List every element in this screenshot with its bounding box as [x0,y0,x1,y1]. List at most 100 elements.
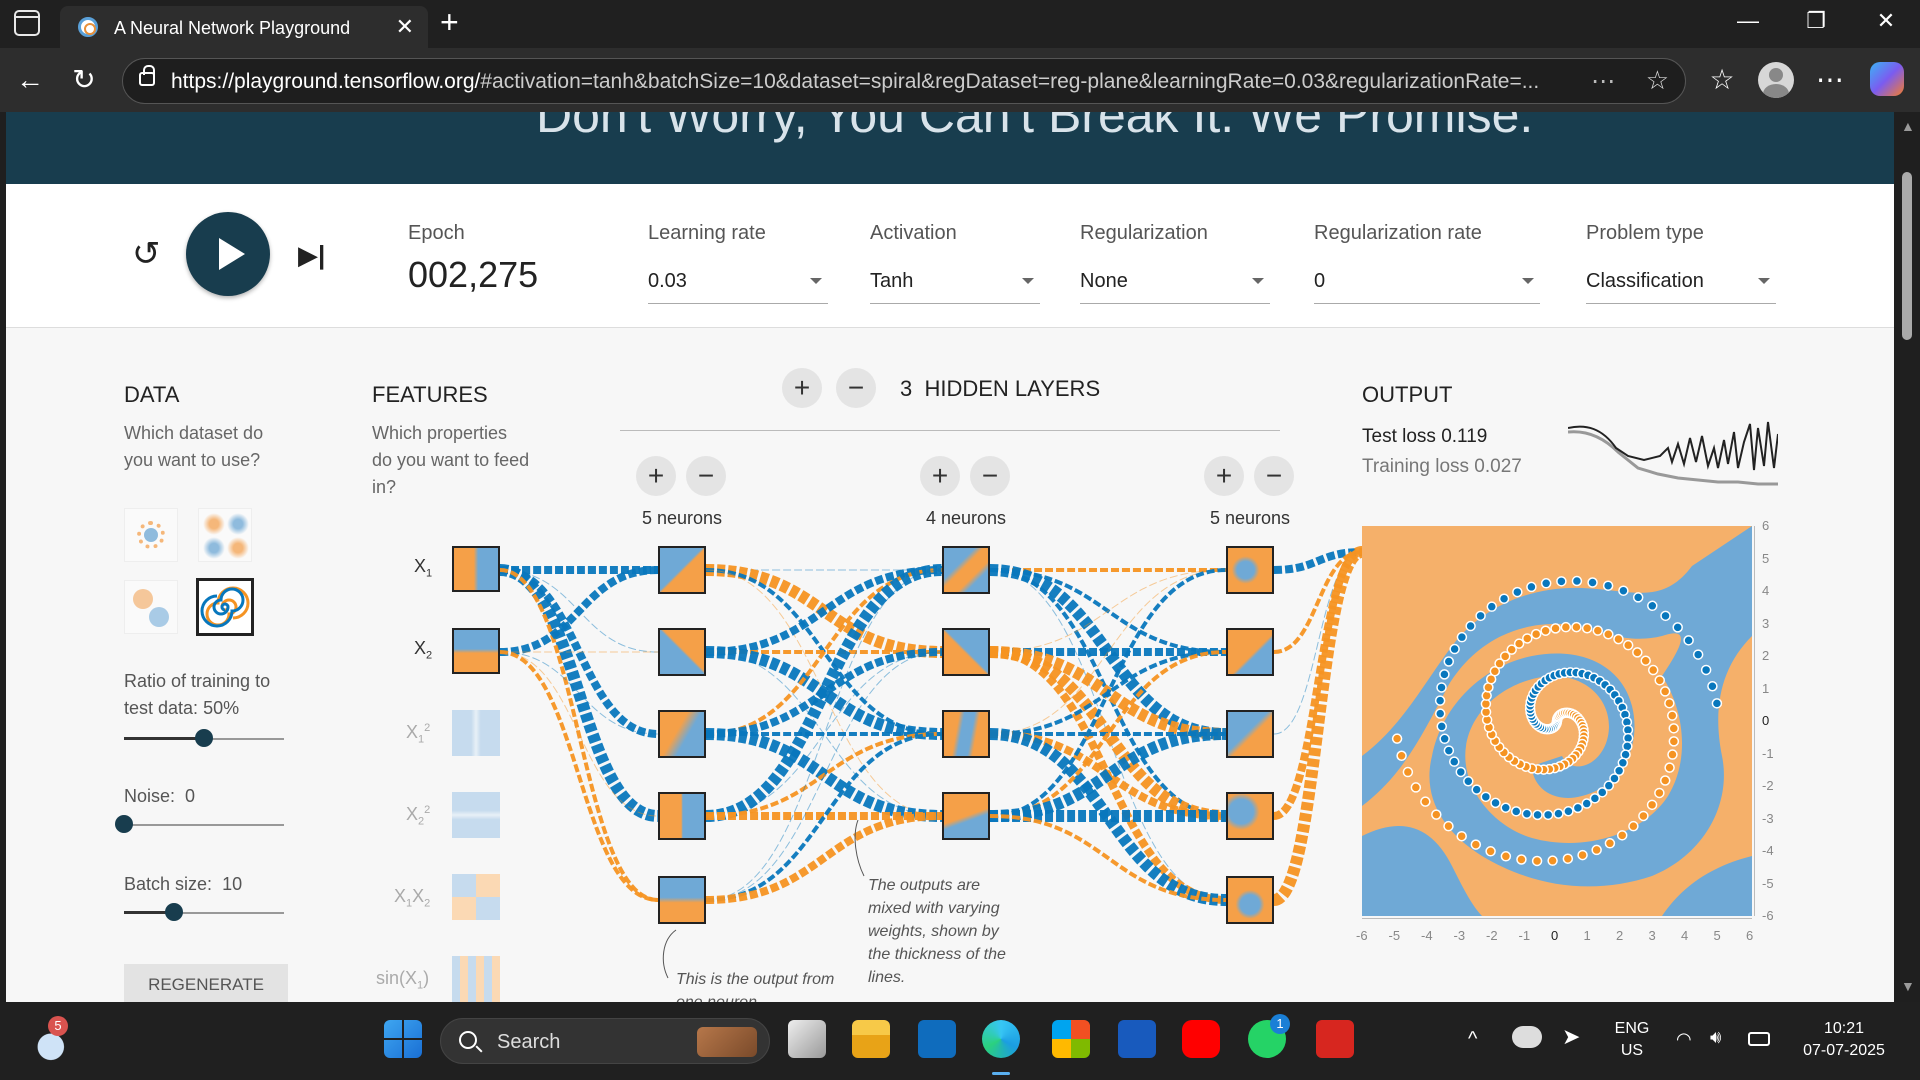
tab-actions-icon[interactable] [14,10,40,36]
data-point [1449,756,1460,767]
data-point [1668,723,1680,734]
profile-avatar[interactable] [1758,62,1794,98]
data-point [1420,796,1431,807]
note-weights: The outputs are mixed with varying weigh… [868,877,1006,986]
location-icon[interactable]: ➤ [1562,1026,1580,1048]
windows-start-icon[interactable] [384,1020,422,1058]
data-point [1553,808,1564,819]
data-point [1439,669,1450,680]
test-loss-curve [1568,421,1778,471]
data-point [1571,621,1582,633]
data-point [1530,628,1542,640]
data-point [1481,690,1492,701]
y-tick-label: 3 [1762,615,1770,631]
data-point [1434,695,1446,706]
favorites-icon[interactable]: ☆ [1704,64,1740,96]
x-tick-label: 0 [1551,928,1559,943]
neuron-l1-2[interactable] [658,628,706,676]
acrobat-icon[interactable] [1316,1020,1354,1058]
data-point [1542,809,1554,821]
training-loss-value: 0.027 [1474,456,1522,477]
file-explorer-icon[interactable] [852,1020,890,1058]
edge-icon[interactable] [982,1020,1020,1058]
favorite-star-icon[interactable]: ☆ [1646,65,1669,96]
weight-link[interactable] [499,651,659,735]
more-menu-icon[interactable]: ⋯ [1812,64,1848,96]
outlook-icon[interactable] [918,1020,956,1058]
data-point [1672,622,1683,633]
neuron-l3-2[interactable] [1226,628,1274,676]
neuron-l2-3[interactable] [942,710,990,758]
scroll-thumb[interactable] [1902,172,1912,340]
url-input[interactable]: https://playground.tensorflow.org/#activ… [122,58,1686,104]
data-point [1513,638,1525,649]
url-text: https://playground.tensorflow.org/#activ… [171,70,1540,93]
taskbar-search[interactable]: Search [440,1018,770,1064]
start-icon-hline [384,1038,422,1040]
neuron-l1-3[interactable] [658,710,706,758]
copilot-icon[interactable] [1870,62,1904,96]
weight-link[interactable] [989,728,1227,822]
browser-tab[interactable]: A Neural Network Playground ✕ [60,6,428,48]
onedrive-icon[interactable] [1512,1026,1542,1048]
youtube-icon[interactable] [1182,1020,1220,1058]
page-scrollbar[interactable]: ▲ ▼ [1894,112,1920,1002]
store-icon[interactable] [1052,1020,1090,1058]
site-options-icon[interactable]: ⋯ [1591,67,1615,96]
data-point [1531,855,1543,867]
task-view-icon[interactable] [788,1020,826,1058]
weight-link[interactable] [989,569,1227,653]
neuron-l2-4[interactable] [942,792,990,840]
data-point [1571,575,1583,587]
data-point [1547,855,1558,866]
scroll-down-icon[interactable]: ▼ [1901,978,1915,994]
y-tick-label: 4 [1762,583,1770,598]
search-highlight-icon [697,1027,757,1057]
data-point [1668,736,1680,747]
data-point [1434,708,1446,719]
data-point [1402,766,1414,778]
neuron-l1-1[interactable] [658,546,706,594]
data-point [1526,581,1537,593]
language-indicator[interactable]: ENG US [1612,1018,1652,1062]
restore-icon[interactable]: ❐ [1796,8,1836,34]
refresh-icon[interactable]: ↻ [66,64,102,96]
y-tick-label: -3 [1762,810,1774,826]
close-window-icon[interactable]: ✕ [1866,8,1906,34]
volume-icon[interactable]: 🔊︎ [1710,1026,1721,1048]
new-tab-icon[interactable]: + [440,4,459,41]
data-point [1654,675,1665,686]
word-icon[interactable] [1118,1020,1156,1058]
neuron-l3-3[interactable] [1226,710,1274,758]
tray-expand-icon[interactable]: ^ [1468,1028,1477,1050]
data-point [1632,592,1644,603]
test-loss-value: 0.119 [1441,426,1488,447]
data-point [1449,643,1460,655]
neuron-l3-1[interactable] [1226,546,1274,594]
neuron-l3-4[interactable] [1226,792,1274,840]
x-tick-label: 1 [1583,928,1591,943]
data-point [1589,793,1601,804]
scroll-up-icon[interactable]: ▲ [1901,118,1915,134]
neuron-l3-5[interactable] [1226,876,1274,924]
training-loss: Training loss 0.027 [1362,456,1522,477]
back-icon[interactable]: ← [12,64,48,96]
close-tab-icon[interactable]: ✕ [396,14,414,40]
data-point [1540,578,1552,589]
neuron-l2-1[interactable] [942,546,990,594]
data-point [1562,853,1574,864]
edge-active-indicator [992,1072,1010,1075]
data-point [1577,849,1588,861]
minimize-icon[interactable]: — [1728,8,1768,34]
clock[interactable]: 10:21 07-07-2025 [1796,1018,1892,1062]
data-point [1664,697,1675,709]
data-point [1664,762,1675,773]
x-tick-label: 2 [1616,928,1624,943]
battery-icon[interactable] [1748,1032,1770,1046]
data-point [1465,620,1476,632]
data-point [1443,820,1454,832]
page-viewport: Don't Worry, You Can't Break It. We Prom… [6,112,1894,1002]
output-title: OUTPUT [1362,382,1453,407]
neuron-l2-2[interactable] [942,628,990,676]
wifi-icon[interactable]: ◠ [1676,1028,1692,1050]
